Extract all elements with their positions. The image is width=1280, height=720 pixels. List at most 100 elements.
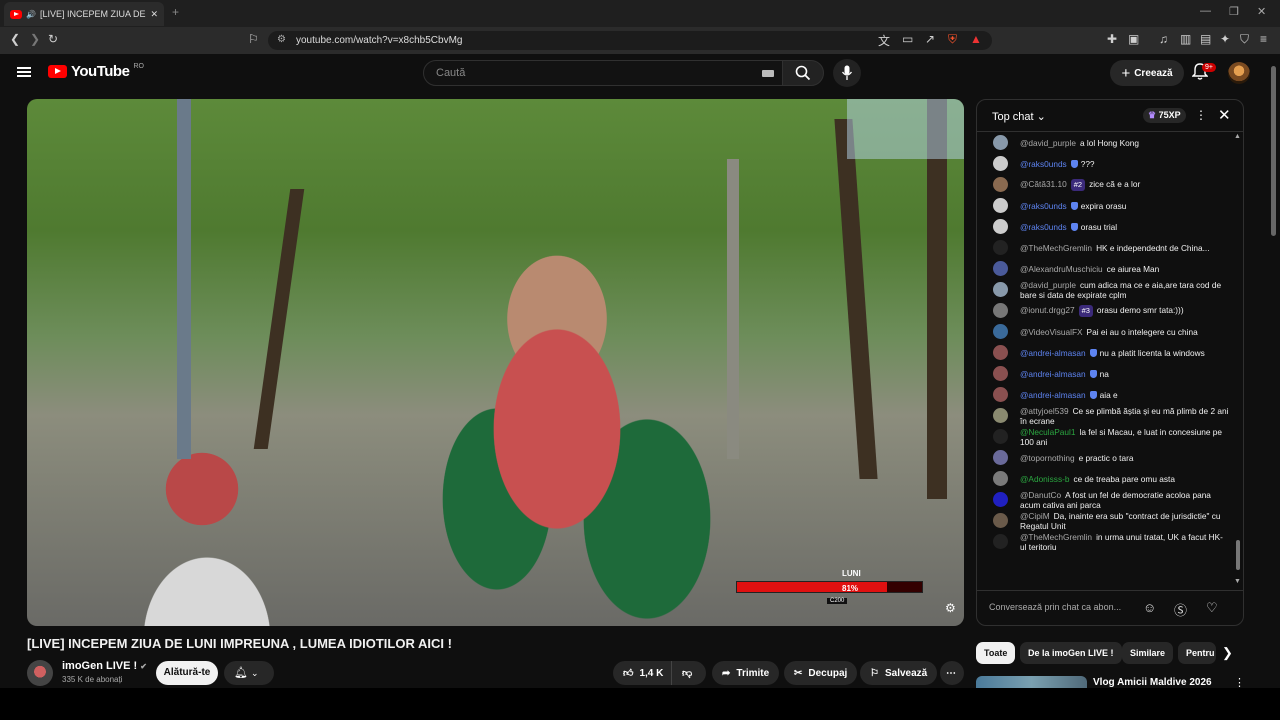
chat-avatar[interactable] [993, 303, 1008, 318]
chat-author[interactable]: @NeculaPaul1 [1020, 427, 1075, 437]
chat-input-field[interactable]: Conversează prin chat ca abon... [989, 598, 1139, 618]
close-window-icon[interactable]: ✕ [1257, 5, 1266, 18]
chat-author[interactable]: @Adonisss-b [1020, 474, 1069, 484]
chat-message-list[interactable]: @david_purple a lol Hong Kong @raks0unds??… [977, 132, 1235, 588]
create-button[interactable]: + Creează [1110, 60, 1184, 86]
chat-author[interactable]: @andrei-almasan [1020, 348, 1086, 358]
chip-filter[interactable]: Similare [1122, 642, 1174, 664]
chat-message[interactable]: @NeculaPaul1 la fel si Macau, e luat in c… [977, 426, 1235, 447]
chat-author[interactable]: @ionut.drgg27 [1020, 305, 1075, 315]
chat-avatar[interactable] [993, 408, 1008, 423]
channel-name[interactable]: imoGen LIVE ! ✔ [62, 660, 147, 672]
chat-avatar[interactable] [993, 429, 1008, 444]
wallet-icon-2[interactable]: ▤ [1200, 32, 1211, 46]
chat-more-icon[interactable]: ⋮ [1195, 108, 1207, 122]
chips-next-icon[interactable]: ❯ [1222, 645, 1233, 661]
save-button[interactable]: ⚐ Salvează [860, 661, 938, 685]
subscription-bell-button[interactable]: 🔔︎ ⌄ [224, 661, 274, 685]
share-icon[interactable]: ↗ [925, 32, 935, 46]
user-avatar[interactable] [1228, 62, 1250, 84]
clip-button[interactable]: ✂ Decupaj [784, 661, 858, 685]
forward-icon[interactable]: ❯ [30, 32, 40, 46]
hamburger-menu-icon[interactable] [17, 67, 31, 77]
chat-avatar[interactable] [993, 324, 1008, 339]
chat-avatar[interactable] [993, 156, 1008, 171]
chat-author[interactable]: @topornothing [1020, 453, 1075, 463]
chat-avatar[interactable] [993, 240, 1008, 255]
like-button[interactable]: 👍︎ 1,4 K [613, 661, 671, 685]
chat-message[interactable]: @DanutCo A fost un fel de democratie acol… [977, 489, 1235, 510]
new-tab-icon[interactable]: + [172, 5, 179, 19]
close-tab-icon[interactable]: ✕ [150, 9, 158, 20]
menu-icon[interactable]: ≡ [1260, 32, 1267, 46]
chat-avatar[interactable] [993, 387, 1008, 402]
cast-icon[interactable]: ▭ [902, 32, 913, 46]
sidebar-icon[interactable]: ▥ [1180, 32, 1191, 46]
chip-filter[interactable]: Toate [976, 642, 1016, 664]
chat-message[interactable]: @Adonisss-b ce de treaba pare omu asta [977, 468, 1235, 489]
chat-avatar[interactable] [993, 135, 1008, 150]
search-button[interactable] [782, 60, 824, 86]
super-chat-icon[interactable]: Ⓢ [1174, 600, 1187, 619]
chat-author[interactable]: @raks0unds [1020, 159, 1067, 169]
browser-tab[interactable]: 🔊 [LIVE] INCEPEM ZIUA DE LUNI ✕ [4, 2, 164, 26]
chat-author[interactable]: @VideoVisualFX [1020, 327, 1083, 337]
chat-avatar[interactable] [993, 282, 1008, 297]
chat-author[interactable]: @TheMechGremlin [1020, 532, 1092, 542]
heart-icon[interactable]: ♡ [1206, 600, 1218, 616]
chat-author[interactable]: @raks0unds [1020, 201, 1067, 211]
chat-scroll-up-icon[interactable]: ▲ [1234, 133, 1241, 140]
video-player[interactable]: LUNI 81% C200 ⚙ [27, 99, 964, 626]
extensions-icon[interactable]: ✚ [1107, 32, 1117, 46]
chat-mode-dropdown[interactable]: Top chat ⌄ [992, 110, 1046, 123]
voice-search-button[interactable] [833, 59, 861, 87]
chip-filter[interactable]: De la imoGen LIVE ! [1020, 642, 1122, 664]
close-chat-icon[interactable]: ✕ [1218, 106, 1231, 124]
chat-message[interactable]: @raks0unds expira orasu [977, 195, 1235, 216]
wallet-icon[interactable]: ▣ [1128, 32, 1139, 46]
site-info-icon[interactable]: ⚙ [277, 34, 286, 45]
next-video-title[interactable]: Vlog Amicii Maldive 2026 [1093, 677, 1212, 688]
chat-author[interactable]: @andrei-almasan [1020, 369, 1086, 379]
reload-icon[interactable]: ↻ [48, 32, 58, 46]
chat-message[interactable]: @raks0unds orasu trial [977, 216, 1235, 237]
leo-ai-icon[interactable]: ✦ [1220, 32, 1230, 46]
next-video-thumbnail[interactable] [976, 676, 1087, 688]
chat-avatar[interactable] [993, 471, 1008, 486]
chat-author[interactable]: @TheMechGremlin [1020, 243, 1092, 253]
chat-scroll-down-icon[interactable]: ▼ [1234, 578, 1241, 585]
chat-author[interactable]: @david_purple [1020, 280, 1076, 290]
minimize-icon[interactable]: — [1200, 5, 1211, 17]
chat-message[interactable]: @david_purple cum adica ma ce e aia,are t… [977, 279, 1235, 300]
vpn-icon[interactable]: ⛉ [1240, 32, 1249, 47]
chat-message[interactable]: @david_purple a lol Hong Kong [977, 132, 1235, 153]
chat-message[interactable]: @TheMechGremlin in urma unui tratat, UK a… [977, 531, 1235, 552]
chat-avatar[interactable] [993, 492, 1008, 507]
back-icon[interactable]: ❮ [10, 32, 20, 46]
chat-message[interactable]: @CipiM Da, inainte era sub "contract de j… [977, 510, 1235, 531]
brave-rewards-icon[interactable]: ▲ [970, 32, 982, 46]
chat-avatar[interactable] [993, 219, 1008, 234]
chat-message[interactable]: @attyjoel539 Ce se plimbă ăștia și eu mă … [977, 405, 1235, 426]
dislike-button[interactable]: 👎︎ [671, 661, 706, 685]
chat-author[interactable]: @andrei-almasan [1020, 390, 1086, 400]
chat-message[interactable]: @TheMechGremlin HK e independednt de Chin… [977, 237, 1235, 258]
search-input[interactable]: Caută [423, 60, 783, 86]
brave-shield-icon[interactable]: ⛨ [948, 32, 957, 47]
settings-gear-icon[interactable]: ⚙ [945, 601, 956, 615]
speaker-icon[interactable]: 🔊 [26, 10, 36, 19]
chat-message[interactable]: @AlexandruMuschiciu ce aiurea Man [977, 258, 1235, 279]
more-actions-button[interactable]: ⋯ [940, 661, 964, 685]
chat-message[interactable]: @topornothing e practic o tara [977, 447, 1235, 468]
chat-avatar[interactable] [993, 261, 1008, 276]
chat-message[interactable]: @andrei-almasan nu a platit licenta la wi… [977, 342, 1235, 363]
chat-avatar[interactable] [993, 450, 1008, 465]
youtube-logo[interactable]: YouTube RO [48, 63, 144, 80]
maximize-icon[interactable]: ❐ [1229, 5, 1239, 18]
translate-icon[interactable]: 文 [878, 32, 890, 49]
chat-message[interactable]: @raks0unds??? [977, 153, 1235, 174]
xp-badge[interactable]: ♛ 75XP [1143, 108, 1186, 123]
chat-message[interactable]: @andrei-almasan na [977, 363, 1235, 384]
chat-avatar[interactable] [993, 366, 1008, 381]
join-button[interactable]: Alătură-te [156, 661, 218, 685]
